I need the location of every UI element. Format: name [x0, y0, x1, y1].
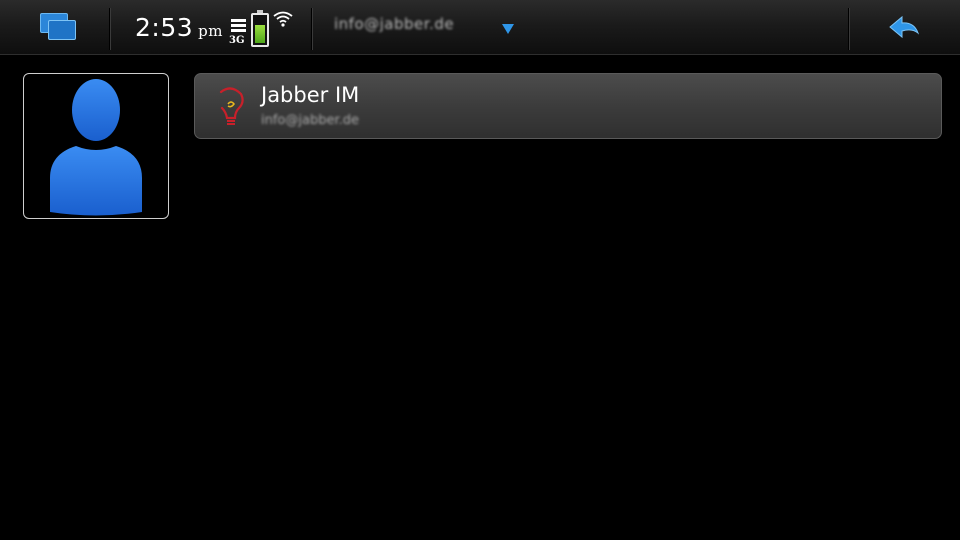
divider [109, 8, 111, 50]
wifi-icon [273, 11, 293, 27]
service-name: Jabber IM [261, 83, 360, 107]
battery-icon [251, 10, 269, 47]
account-name: info@jabber.de [334, 15, 455, 33]
list-item[interactable]: Jabber IM info@jabber.de [194, 73, 942, 139]
network-type: 3G [229, 35, 245, 46]
status-bar: 2:53 pm 3G info@jabber.de [0, 0, 960, 55]
back-arrow-icon [889, 15, 920, 39]
divider [848, 8, 850, 50]
account-id: info@jabber.de [261, 113, 359, 128]
back-button[interactable] [876, 6, 932, 48]
account-selector[interactable]: info@jabber.de [320, 4, 520, 50]
clock-ampm: pm [198, 22, 223, 40]
clock-time: 2:53 [135, 13, 194, 42]
user-silhouette-icon [50, 79, 142, 216]
signal-strength-icon: 3G [229, 19, 247, 46]
chevron-down-icon [502, 24, 514, 34]
lightbulb-icon [219, 87, 244, 125]
avatar[interactable] [23, 73, 169, 219]
task-switcher-icon[interactable] [30, 6, 82, 48]
divider [311, 8, 313, 50]
status-clock[interactable]: 2:53 pm [135, 13, 223, 42]
